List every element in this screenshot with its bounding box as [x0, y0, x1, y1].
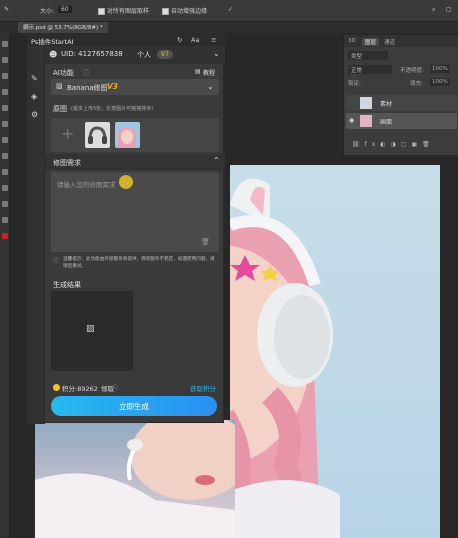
plugin-title: Ps插件StartAI [31, 38, 74, 46]
requirement-placeholder: 请输入您的修图需求 [57, 181, 116, 189]
layer-row[interactable]: ◉ 画面 [346, 113, 457, 129]
fill-input[interactable]: 100% [430, 78, 450, 86]
edit-icon[interactable]: ✎ [31, 74, 38, 83]
layers-panel-tabs: 3D 图层 通道 [344, 35, 458, 47]
chevron-down-icon[interactable]: ⌄ [213, 49, 220, 58]
add-image-icon[interactable]: + [61, 124, 74, 143]
layer-name: 素材 [380, 101, 393, 108]
confirm-icon[interactable]: ✓ [228, 6, 233, 13]
search-icon[interactable]: ⌕ [432, 6, 435, 14]
hint-box: ⓘ 温馨提示：此功能由外部服务商提供，偶有服务不稳定，如遇使用问题，请稍后重试。 [51, 254, 219, 278]
eraser-tool-icon[interactable] [2, 169, 8, 175]
tab-channels[interactable]: 通道 [384, 38, 395, 46]
requirement-textarea[interactable]: 请输入您的修图需求 🗑 [51, 172, 219, 252]
model-version: V3 [107, 82, 119, 91]
size-input[interactable]: 60 [58, 6, 72, 13]
plugin-title-bar: Ps插件StartAI ↻ Aa ≡ [27, 34, 225, 46]
plugin-sidebar: ✎ ◈ ⚙ [27, 46, 45, 424]
girl-with-headphones-image [230, 178, 340, 538]
document-tab[interactable]: 網示.psd @ 53.7%(RGB/8#) * [18, 22, 108, 33]
requirement-header[interactable]: 修图需求 ⌃ [45, 154, 225, 170]
result-box[interactable]: ▨ [51, 291, 133, 371]
layers-icon[interactable]: ◈ [31, 92, 37, 101]
brush-icon[interactable] [2, 137, 8, 143]
tab-layers[interactable]: 图层 [362, 38, 380, 46]
info-icon: ⓘ [53, 258, 60, 265]
image-icon: ▨ [56, 82, 63, 90]
layer-row[interactable]: 素材 [346, 95, 457, 111]
size-label: 大小: [40, 8, 55, 15]
eyedropper-tool-icon[interactable] [2, 105, 8, 111]
vip-badge: V7 [157, 50, 173, 59]
auto-enhance-checkbox[interactable]: 自动增强边缘 [162, 6, 207, 15]
source-thumbnail[interactable] [115, 122, 140, 148]
photo-canvas[interactable] [230, 165, 440, 538]
layer-filter-select[interactable]: 类型 [348, 51, 388, 60]
brush-tool-icon[interactable]: ✎ [4, 6, 9, 13]
window-icon[interactable]: ▢ [446, 6, 452, 13]
source-image-hint: (最多上传5张，长按图片可拖拽排序) [71, 106, 154, 112]
stamp-tool-icon[interactable] [2, 153, 8, 159]
settings-icon[interactable]: ⚙ [31, 110, 38, 119]
ai-function-label: AI功能 [53, 69, 74, 77]
opacity-label: 不透明度: [400, 68, 424, 74]
tab-3d[interactable]: 3D [348, 38, 356, 44]
points-label: 积分:89262 [62, 385, 98, 393]
eye-icon[interactable]: ◉ [349, 117, 354, 124]
source-image-label: 原图 [53, 105, 67, 113]
trash-icon[interactable]: 🗑 [201, 238, 210, 246]
cursor-highlight [119, 175, 133, 189]
info-icon[interactable]: ⓘ [83, 68, 89, 77]
menu-icon[interactable]: ≡ [211, 36, 216, 44]
image-placeholder-icon: ▨ [86, 324, 95, 334]
chevron-up-icon[interactable]: ⌃ [213, 156, 220, 165]
model-name: Banana修图 [67, 84, 108, 92]
blend-mode-select[interactable]: 正常 [348, 65, 392, 74]
foreground-color-icon[interactable] [2, 233, 8, 239]
fill-label: 填充: [410, 81, 423, 87]
crop-tool-icon[interactable] [2, 89, 8, 95]
generate-button-label: 立即生成 [119, 402, 149, 411]
startai-plugin-panel: Ps插件StartAI ↻ Aa ≡ ✎ ◈ ⚙ ☻ UID: 41276578… [26, 33, 225, 424]
lock-label: 锁定: [348, 81, 361, 87]
source-image-box: + [51, 118, 219, 152]
info-icon[interactable]: ⓘ [112, 383, 118, 392]
user-icon: ☻ [49, 50, 58, 59]
layer-name: 画面 [380, 119, 393, 126]
result-label: 生成结果 [53, 281, 81, 289]
layer-actions-toolbar[interactable]: ⛓fx◐◑▢▣🗑 [352, 141, 435, 148]
lasso-tool-icon[interactable] [2, 73, 8, 79]
layers-panel: 3D 图层 通道 类型 正常 不透明度: 100% 锁定: 填充: 100% 素… [343, 35, 458, 155]
generate-button[interactable]: 立即生成 [51, 396, 217, 416]
source-thumbnail[interactable] [85, 122, 110, 148]
layer-thumbnail [360, 97, 372, 109]
sample-all-layers-checkbox[interactable]: 对所有图层取样 [98, 6, 149, 15]
marquee-tool-icon[interactable] [2, 57, 8, 63]
type-tool-icon[interactable] [2, 217, 8, 223]
tutorial-icon: ▤ [195, 68, 201, 75]
move-tool-icon[interactable] [2, 41, 8, 47]
layer-thumbnail [360, 115, 372, 127]
tools-toolbar [0, 33, 10, 538]
chevron-down-icon: ⌄ [207, 82, 214, 91]
healing-tool-icon[interactable] [2, 121, 8, 127]
photoshop-window: ✎ 大小: 60 对所有图层取样 自动增强边缘 ✓ ⌕ ▢ 網示.psd @ 5… [0, 0, 458, 538]
user-type-label: 个人 [137, 51, 151, 59]
hint-text: 温馨提示：此功能由外部服务商提供，偶有服务不稳定，如遇使用问题，请稍后重试。 [63, 257, 215, 269]
user-info-row: ☻ UID: 4127657838 个人 V7 ⌄ [45, 46, 225, 64]
refresh-icon[interactable]: ↻ [177, 36, 182, 44]
options-bar: ✎ 大小: 60 对所有图层取样 自动增强边缘 ✓ ⌕ ▢ [0, 0, 458, 22]
uid-label: UID: 4127657838 [61, 50, 123, 58]
opacity-input[interactable]: 100% [430, 65, 450, 73]
photo-lower-left [35, 410, 250, 538]
pen-tool-icon[interactable] [2, 201, 8, 207]
coin-icon [53, 384, 60, 391]
font-size-icon[interactable]: Aa [191, 36, 199, 44]
get-points-link[interactable]: 获取积分 [190, 383, 216, 393]
gradient-tool-icon[interactable] [2, 185, 8, 191]
document-tab-bar: 網示.psd @ 53.7%(RGB/8#) * [0, 22, 458, 33]
tutorial-link[interactable]: 教程 [203, 68, 215, 77]
requirement-label: 修图需求 [53, 159, 81, 167]
model-select[interactable]: ▨ Banana修图 V3 ⌄ [51, 79, 219, 95]
